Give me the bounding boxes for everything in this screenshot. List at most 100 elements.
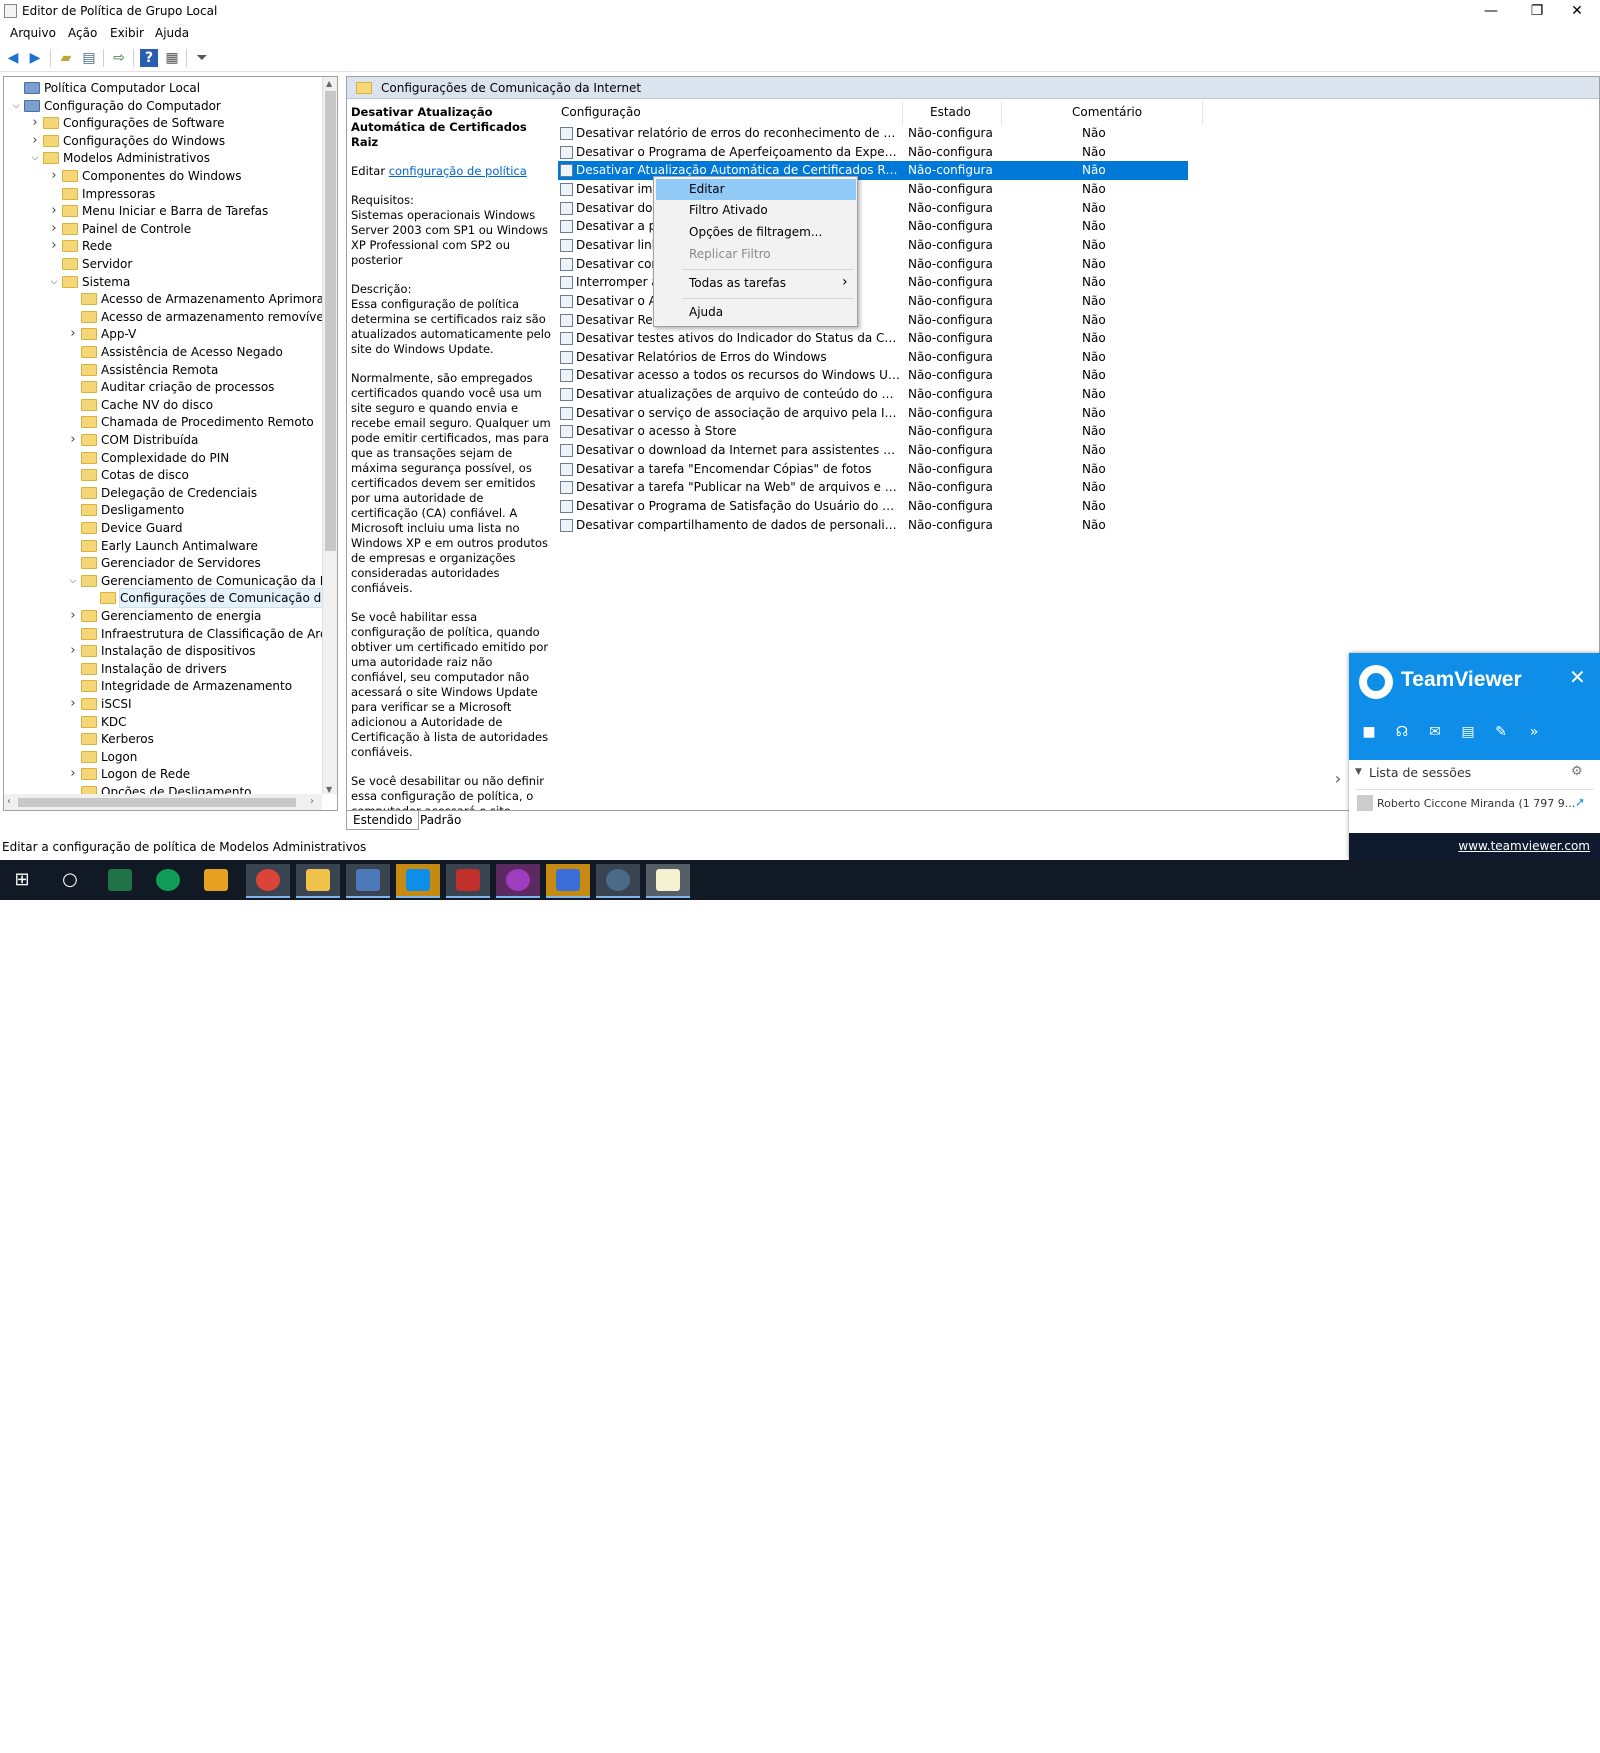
table-row[interactable]: Desativar o acesso à Store Não-configura N… (558, 422, 1188, 441)
notepad-icon[interactable] (646, 864, 690, 898)
menu-exibir[interactable]: Exibir (110, 26, 144, 40)
table-row[interactable]: Desativar compartilhamento de dados de p… (558, 516, 1188, 535)
ctx-ajuda[interactable]: Ajuda (656, 302, 856, 323)
requirements-text: Requisitos: Sistemas operacionais Window… (351, 193, 549, 267)
table-row[interactable]: Desativar acesso a todos os recursos do … (558, 366, 1188, 385)
app-blue-icon[interactable] (546, 864, 590, 898)
column-header-comentario[interactable]: Comentário (1072, 105, 1142, 119)
language-indicator[interactable]: POR PTB2 (1473, 1723, 1501, 1753)
column-header-configuracao[interactable]: Configuração (561, 105, 641, 119)
network-admin-icon[interactable] (346, 864, 390, 898)
chat-icon[interactable]: ✉ (1425, 724, 1445, 742)
tree-vertical-scroll-thumb[interactable] (325, 91, 336, 551)
chevron-right-icon[interactable]: › (67, 607, 79, 625)
chevron-down-icon[interactable]: ⌵ (10, 97, 22, 115)
chevron-right-icon[interactable]: › (67, 431, 79, 449)
ctx-editar[interactable]: Editar (656, 179, 856, 200)
chevron-right-icon[interactable]: › (48, 237, 60, 255)
forward-arrow-icon[interactable]: ▶ (26, 49, 44, 67)
export-list-icon[interactable]: ⇨ (110, 49, 128, 67)
chrome-icon[interactable] (246, 864, 290, 898)
teamviewer-icon[interactable] (396, 864, 440, 898)
table-row[interactable]: Desativar a tarefa "Publicar na Web" de … (558, 478, 1188, 497)
chevron-right-icon[interactable]: › (67, 325, 79, 343)
chevron-right-icon[interactable]: › (48, 202, 60, 220)
help-icon[interactable]: ? (140, 49, 158, 67)
scroll-left-icon[interactable]: ‹ (7, 796, 11, 807)
chevron-down-icon[interactable]: ⌵ (67, 572, 79, 590)
chevron-down-icon[interactable]: ⌵ (48, 273, 60, 291)
menu-acao[interactable]: Ação (68, 26, 97, 40)
outlook-icon[interactable] (194, 864, 238, 898)
chevron-right-icon[interactable]: › (48, 167, 60, 185)
scroll-right-icon[interactable]: › (310, 796, 314, 807)
ctx-todas-tarefas[interactable]: Todas as tarefas (656, 273, 856, 294)
tree-item-label: Gerenciamento de Comunicação da Inter (101, 573, 338, 588)
session-user[interactable]: Roberto Ciccone Miranda (1 797 9... (1377, 797, 1575, 810)
ctx-filtro-ativado[interactable]: Filtro Ativado (656, 200, 856, 221)
gear-icon[interactable]: ⚙ (1571, 764, 1583, 779)
ctx-opcoes-filtragem[interactable]: Opções de filtragem... (656, 222, 856, 243)
up-folder-icon[interactable]: ▰ (57, 49, 75, 67)
app-red-icon[interactable] (446, 864, 490, 898)
video-icon[interactable]: ■ (1359, 724, 1379, 742)
chevron-right-icon[interactable]: › (67, 695, 79, 713)
cortana-icon[interactable]: ○ (48, 864, 92, 898)
tray-overflow-icon[interactable]: ▲ (1430, 1731, 1438, 1742)
chevron-right-icon[interactable]: › (48, 220, 60, 238)
chevron-down-icon[interactable]: ⌵ (29, 149, 41, 167)
hangouts-icon[interactable] (146, 864, 190, 898)
app-globe-icon[interactable] (596, 864, 640, 898)
table-row[interactable]: Desativar relatório de erros do reconhec… (558, 124, 1188, 143)
tab-estendido[interactable]: Estendido (346, 811, 420, 830)
title-bar: Editor de Política de Grupo Local — ❐ ✕ (0, 0, 1600, 23)
policy-setting-icon (560, 350, 573, 364)
table-row[interactable]: Desativar o Programa de Aperfeiçoamento … (558, 143, 1188, 162)
chevron-right-icon[interactable]: › (67, 765, 79, 783)
table-row[interactable]: Desativar Relatórios de Erros do Windows… (558, 348, 1188, 367)
minimize-button[interactable]: — (1468, 0, 1514, 23)
teamviewer-close-button[interactable]: ✕ (1569, 665, 1586, 689)
tree-item-label: Complexidade do PIN (101, 450, 230, 465)
table-row[interactable]: Desativar o serviço de associação de arq… (558, 404, 1188, 423)
chevron-right-icon[interactable]: › (29, 132, 41, 150)
chevron-right-icon[interactable]: › (67, 642, 79, 660)
tree-pane[interactable]: Política Computador Local ⌵ Configuração d… (3, 76, 338, 811)
file-icon[interactable]: ▤ (1458, 724, 1478, 742)
people-icon[interactable]: ☺ (1402, 1729, 1416, 1744)
headset-icon[interactable]: ☊ (1392, 724, 1412, 742)
more-icon[interactable]: » (1524, 724, 1544, 742)
table-row[interactable]: Desativar o Programa de Satisfação do Us… (558, 497, 1188, 516)
file-explorer-icon[interactable] (296, 864, 340, 898)
tree-horizontal-scroll-thumb[interactable] (18, 798, 296, 807)
clock[interactable]: 14:00 14/12/2020 (1520, 1723, 1590, 1753)
windows-start-icon[interactable]: ⊞ (0, 864, 44, 898)
teamviewer-expand-button[interactable]: › (1327, 762, 1349, 796)
table-row[interactable]: Desativar o download da Internet para as… (558, 441, 1188, 460)
scroll-down-icon[interactable]: ▼ (326, 785, 332, 794)
properties-icon[interactable]: ▦ (163, 49, 181, 67)
tools-icon[interactable]: ✎ (1491, 724, 1511, 742)
table-row[interactable]: Desativar atualizações de arquivo de con… (558, 385, 1188, 404)
folder-icon (62, 222, 78, 235)
collapse-icon[interactable]: ▼ (1355, 767, 1362, 777)
chevron-right-icon[interactable]: › (29, 114, 41, 132)
table-row[interactable]: Desativar a tarefa "Encomendar Cópias" d… (558, 460, 1188, 479)
show-hide-tree-icon[interactable]: ▤ (80, 49, 98, 67)
table-row[interactable]: Desativar testes ativos do Indicador do … (558, 329, 1188, 348)
scroll-up-icon[interactable]: ▲ (326, 79, 332, 88)
volume-icon[interactable]: ◀) (1450, 1729, 1465, 1744)
filter-icon[interactable]: ⏷ (193, 49, 211, 67)
cursor-icon[interactable]: ➚ (1575, 795, 1585, 809)
app-purple-icon[interactable] (496, 864, 540, 898)
setting-comment: Não (1082, 163, 1106, 178)
column-header-estado[interactable]: Estado (930, 105, 971, 119)
menu-arquivo[interactable]: Arquivo (10, 26, 56, 40)
edit-policy-link[interactable]: configuração de política (389, 164, 527, 178)
tab-padrao[interactable]: Padrão (414, 811, 467, 830)
close-button[interactable]: ✕ (1554, 0, 1600, 23)
excel-icon[interactable] (98, 864, 142, 898)
teamviewer-website-link[interactable]: www.teamviewer.com (1458, 839, 1590, 853)
back-arrow-icon[interactable]: ◀ (4, 49, 22, 67)
menu-ajuda[interactable]: Ajuda (155, 26, 189, 40)
